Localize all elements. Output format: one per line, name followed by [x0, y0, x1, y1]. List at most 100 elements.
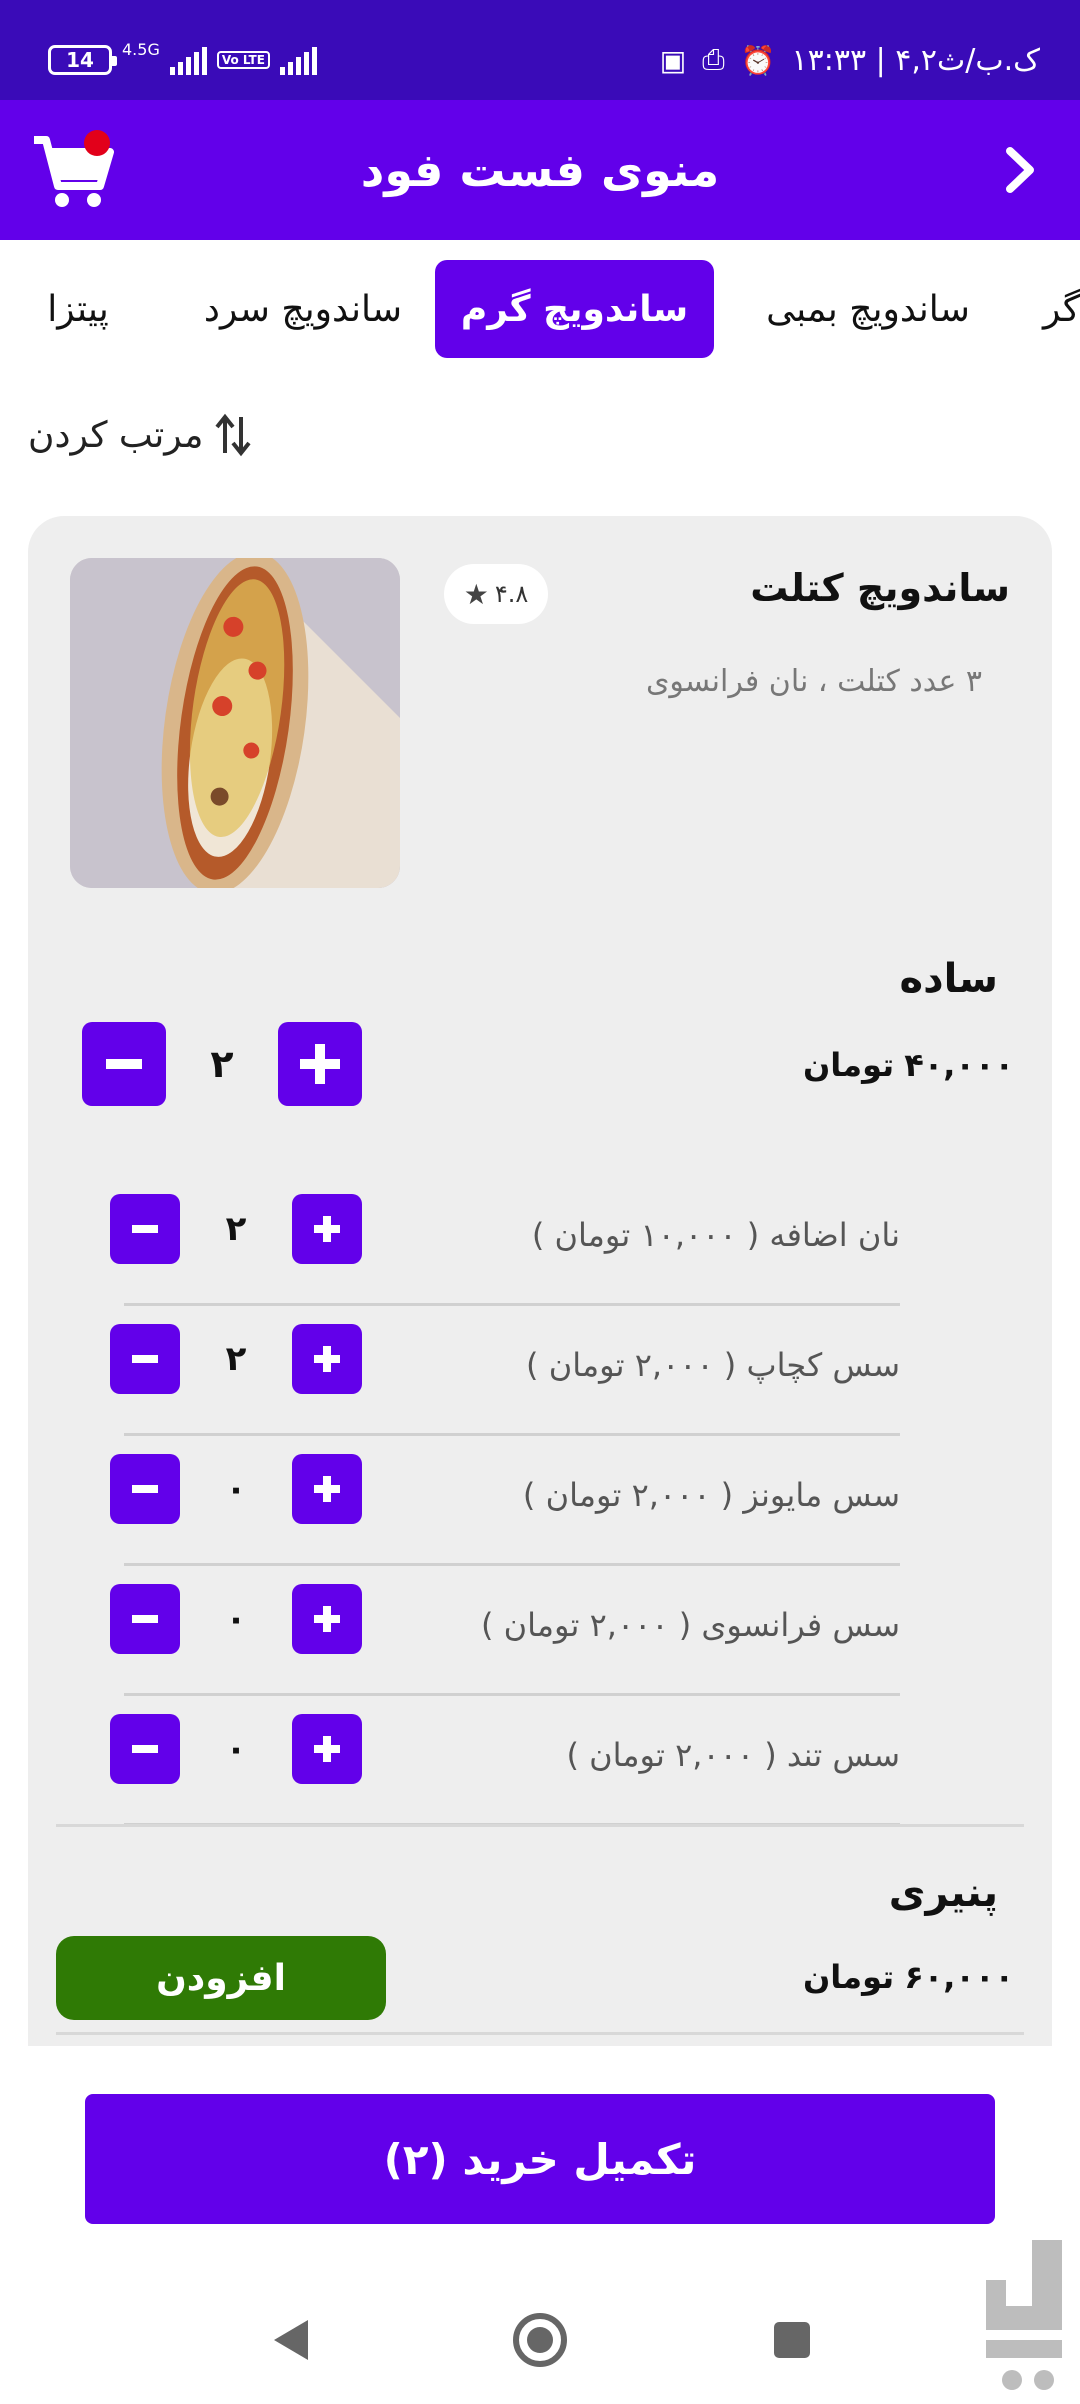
item-image — [70, 558, 400, 888]
addon-increase-button[interactable] — [292, 1194, 362, 1264]
addon-stepper: ۰ — [110, 1714, 362, 1784]
plus-icon — [314, 1606, 340, 1632]
app-bar: منوی فست فود — [0, 100, 1080, 240]
square-recents-icon — [774, 2322, 810, 2358]
addon-decrease-button[interactable] — [110, 1194, 180, 1264]
battery-icon: 14 — [48, 45, 117, 75]
price-currency: تومان — [802, 1958, 895, 1996]
addon-decrease-button[interactable] — [110, 1714, 180, 1784]
nav-recents-button[interactable] — [762, 2310, 822, 2370]
minus-icon — [132, 1615, 158, 1623]
addon-label: نان اضافه ( ۱۰,۰۰۰ تومان ) — [531, 1216, 900, 1254]
back-button[interactable] — [990, 140, 1050, 200]
nav-back-button[interactable] — [262, 2310, 322, 2370]
addon-quantity: ۰ — [225, 1469, 247, 1509]
star-icon: ★ — [463, 577, 489, 611]
status-indicators: 14 4.5G Vo LTE — [48, 40, 317, 80]
addon-quantity: ۲ — [225, 1209, 247, 1249]
addon-stepper: ۲ — [110, 1194, 362, 1264]
item-description: ۳ عدد کتلت ، نان فرانسوی — [645, 664, 982, 699]
tab-pizza[interactable]: پیتزا — [38, 260, 118, 358]
sandwich-photo — [70, 558, 400, 888]
price-currency: تومان — [802, 1046, 895, 1084]
tab-hot-sandwich[interactable]: ساندویچ گرم — [435, 260, 714, 358]
system-nav-bar — [0, 2270, 1080, 2400]
addon-stepper: ۲ — [110, 1324, 362, 1394]
price-value: ۶۰,۰۰۰ — [904, 1958, 1014, 1996]
addon-label: سس فرانسوی ( ۲,۰۰۰ تومان ) — [480, 1606, 900, 1644]
plus-icon — [314, 1346, 340, 1372]
cart-button[interactable] — [30, 130, 114, 214]
sort-button[interactable]: مرتب کردن — [28, 405, 255, 465]
minus-icon — [132, 1355, 158, 1363]
minus-icon — [106, 1059, 142, 1069]
addon-label: سس مایونز ( ۲,۰۰۰ تومان ) — [522, 1476, 900, 1514]
addon-label: سس کچاپ ( ۲,۰۰۰ تومان ) — [526, 1346, 900, 1384]
minus-icon — [132, 1745, 158, 1753]
variant-title: پنیری — [888, 1870, 998, 1916]
addon-row: سس تند ( ۲,۰۰۰ تومان ) ۰ — [110, 1696, 900, 1826]
status-bar: 14 4.5G Vo LTE ▣ ⎙ ⏰ ۱۳:۳۳ | ۴,۲ک.ب/ث — [0, 0, 1080, 100]
price-value: ۴۰,۰۰۰ — [904, 1046, 1014, 1084]
addon-decrease-button[interactable] — [110, 1584, 180, 1654]
sort-icon — [215, 413, 251, 457]
notification-icon: ▣ — [659, 43, 687, 77]
alarm-icon: ⏰ — [740, 43, 776, 77]
divider — [56, 1824, 1024, 1827]
addon-stepper: ۰ — [110, 1454, 362, 1524]
addon-increase-button[interactable] — [292, 1454, 362, 1524]
home-circle-icon — [513, 2313, 567, 2367]
menu-item-card: ساندویچ کتلت ۳ عدد کتلت ، نان فرانسوی ★ … — [28, 516, 1052, 2056]
divider — [56, 2032, 1024, 2035]
nav-home-button[interactable] — [510, 2310, 570, 2370]
battery-level: 14 — [66, 48, 94, 72]
chevron-right-icon — [1006, 147, 1034, 193]
variant-price: ۶۰,۰۰۰ تومان — [803, 1958, 1014, 1996]
addon-label: سس تند ( ۲,۰۰۰ تومان ) — [566, 1736, 900, 1774]
signal-icon — [169, 45, 207, 75]
addon-row: سس فرانسوی ( ۲,۰۰۰ تومان ) ۰ — [110, 1566, 900, 1696]
addon-quantity: ۰ — [225, 1729, 247, 1769]
checkout-button[interactable]: تکمیل خرید (۲) — [85, 2094, 995, 2224]
plus-icon — [314, 1736, 340, 1762]
rating-badge: ★ ۴.۸ — [444, 564, 548, 624]
quantity-value: ۲ — [210, 1042, 234, 1086]
item-title: ساندویچ کتلت — [750, 566, 1010, 610]
addon-increase-button[interactable] — [292, 1584, 362, 1654]
increase-button[interactable] — [278, 1022, 362, 1106]
addon-decrease-button[interactable] — [110, 1454, 180, 1524]
page-title: منوی فست فود — [360, 143, 720, 197]
tab-burger[interactable]: گر — [1040, 260, 1080, 358]
decrease-button[interactable] — [82, 1022, 166, 1106]
addon-row: سس مایونز ( ۲,۰۰۰ تومان ) ۰ — [110, 1436, 900, 1566]
tab-bombay-sandwich[interactable]: ساندویچ بمبی — [748, 260, 988, 358]
network-type: 4.5G — [122, 40, 160, 59]
addon-quantity: ۰ — [225, 1599, 247, 1639]
minus-icon — [132, 1485, 158, 1493]
category-tabs: پیتزا ساندویچ سرد ساندویچ گرم ساندویچ بم… — [0, 260, 1080, 360]
triangle-back-icon — [274, 2320, 308, 2360]
volte-badge: Vo LTE — [216, 51, 270, 69]
quantity-stepper: ۲ — [82, 1022, 362, 1106]
addon-decrease-button[interactable] — [110, 1324, 180, 1394]
signal-icon-2 — [279, 45, 317, 75]
bazaar-logo-icon — [986, 2240, 1062, 2390]
variant-title: ساده — [899, 956, 999, 1002]
addon-quantity: ۲ — [225, 1339, 247, 1379]
addon-increase-button[interactable] — [292, 1324, 362, 1394]
plus-icon — [300, 1044, 340, 1084]
addon-row: نان اضافه ( ۱۰,۰۰۰ تومان ) ۲ — [110, 1176, 900, 1306]
rating-value: ۴.۸ — [494, 580, 529, 608]
cart-badge — [84, 130, 110, 156]
addon-increase-button[interactable] — [292, 1714, 362, 1784]
plus-icon — [314, 1216, 340, 1242]
store-logo-watermark — [972, 2236, 1080, 2400]
minus-icon — [132, 1225, 158, 1233]
status-right: ▣ ⎙ ⏰ ۱۳:۳۳ | ۴,۲ک.ب/ث — [660, 38, 1040, 82]
variant-price: ۴۰,۰۰۰ تومان — [803, 1046, 1014, 1084]
plus-icon — [314, 1476, 340, 1502]
tab-cold-sandwich[interactable]: ساندویچ سرد — [178, 260, 428, 358]
add-button[interactable]: افزودن — [56, 1936, 386, 2020]
status-time: ۱۳:۳۳ | ۴,۲ک.ب/ث — [791, 42, 1041, 78]
addon-stepper: ۰ — [110, 1584, 362, 1654]
